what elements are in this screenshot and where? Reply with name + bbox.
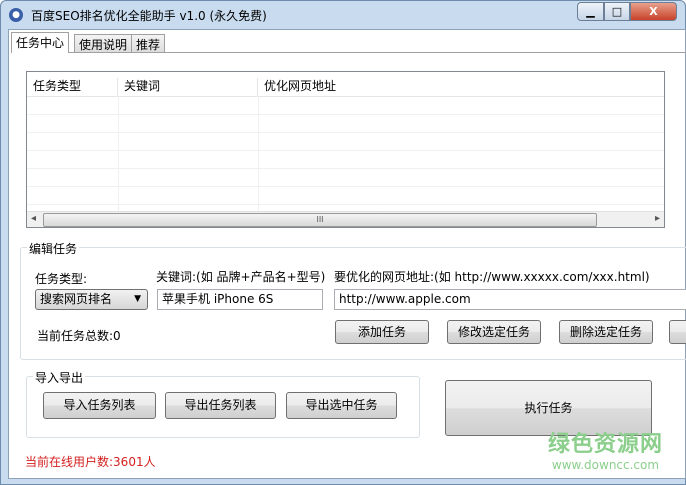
column-header-type[interactable]: 任务类型	[27, 78, 118, 96]
scroll-right-icon[interactable]: ▸	[655, 213, 660, 224]
modify-task-button[interactable]: 修改选定任务	[447, 320, 541, 344]
import-list-button[interactable]: 导入任务列表	[43, 392, 156, 419]
window-title: 百度SEO排名优化全能助手 v1.0 (永久免费)	[31, 9, 267, 23]
task-center-panel: 任务类型 关键词 优化网页地址 ◂ III ▸ 编辑任务 任务类型: 搜索网页排…	[11, 52, 686, 478]
scroll-thumb[interactable]: III	[43, 213, 597, 227]
chevron-down-icon: ▼	[134, 294, 141, 304]
tab-recommend[interactable]: 推荐	[131, 34, 166, 53]
task-type-select[interactable]: 搜索网页排名 ▼	[35, 289, 148, 310]
url-label: 要优化的网页地址:(如 http://www.xxxxx.com/xxx.htm…	[334, 270, 650, 284]
import-export-group: 导入导出 导入任务列表 导出任务列表 导出选中任务	[26, 369, 420, 438]
keyword-input[interactable]: 苹果手机 iPhone 6S	[157, 289, 323, 310]
maximize-button[interactable]: □	[604, 2, 630, 21]
import-export-group-label: 导入导出	[33, 369, 86, 386]
url-input[interactable]: http://www.apple.com	[334, 289, 686, 310]
watermark: 绿色资源网 www.downcc.com	[548, 426, 663, 472]
online-users-status: 当前在线用户数:3601人	[25, 455, 156, 469]
task-total-count: 当前任务总数:0	[37, 329, 121, 343]
app-window: ● 百度SEO排名优化全能助手 v1.0 (永久免费) ▁ □ X 任务中心 使…	[0, 0, 686, 485]
watermark-name: 绿色资源网	[547, 432, 663, 457]
task-type-label: 任务类型:	[35, 272, 88, 286]
column-header-url[interactable]: 优化网页地址	[258, 78, 664, 96]
keyword-label: 关键词:(如 品牌+产品名+型号)	[156, 270, 326, 284]
task-type-value: 搜索网页排名	[40, 292, 113, 306]
minimize-button[interactable]: ▁	[577, 2, 604, 21]
task-list[interactable]: 任务类型 关键词 优化网页地址 ◂ III ▸	[26, 71, 665, 228]
watermark-url: www.downcc.com	[551, 458, 660, 472]
extra-button[interactable]	[669, 320, 686, 344]
add-task-button[interactable]: 添加任务	[335, 320, 429, 344]
horizontal-scrollbar[interactable]: ◂ III ▸	[27, 211, 664, 227]
title-bar: ● 百度SEO排名优化全能助手 v1.0 (永久免费) ▁ □ X	[1, 1, 685, 29]
export-selected-button[interactable]: 导出选中任务	[286, 392, 397, 419]
export-list-button[interactable]: 导出任务列表	[165, 392, 276, 419]
client-area: 任务中心 使用说明 推荐 任务类型 关键词 优化网页地址 ◂ III ▸ 编辑任…	[8, 29, 686, 479]
tab-instructions[interactable]: 使用说明	[74, 34, 133, 53]
close-button[interactable]: X	[630, 2, 677, 21]
delete-task-button[interactable]: 删除选定任务	[559, 320, 653, 344]
edit-task-group: 编辑任务 任务类型: 搜索网页排名 ▼ 关键词:(如 品牌+产品名+型号) 苹果…	[20, 240, 686, 360]
app-icon: ●	[9, 8, 23, 22]
column-header-keyword[interactable]: 关键词	[118, 78, 258, 96]
scroll-left-icon[interactable]: ◂	[31, 213, 36, 224]
tab-task-center[interactable]: 任务中心	[11, 32, 70, 53]
edit-task-group-label: 编辑任务	[27, 240, 80, 257]
